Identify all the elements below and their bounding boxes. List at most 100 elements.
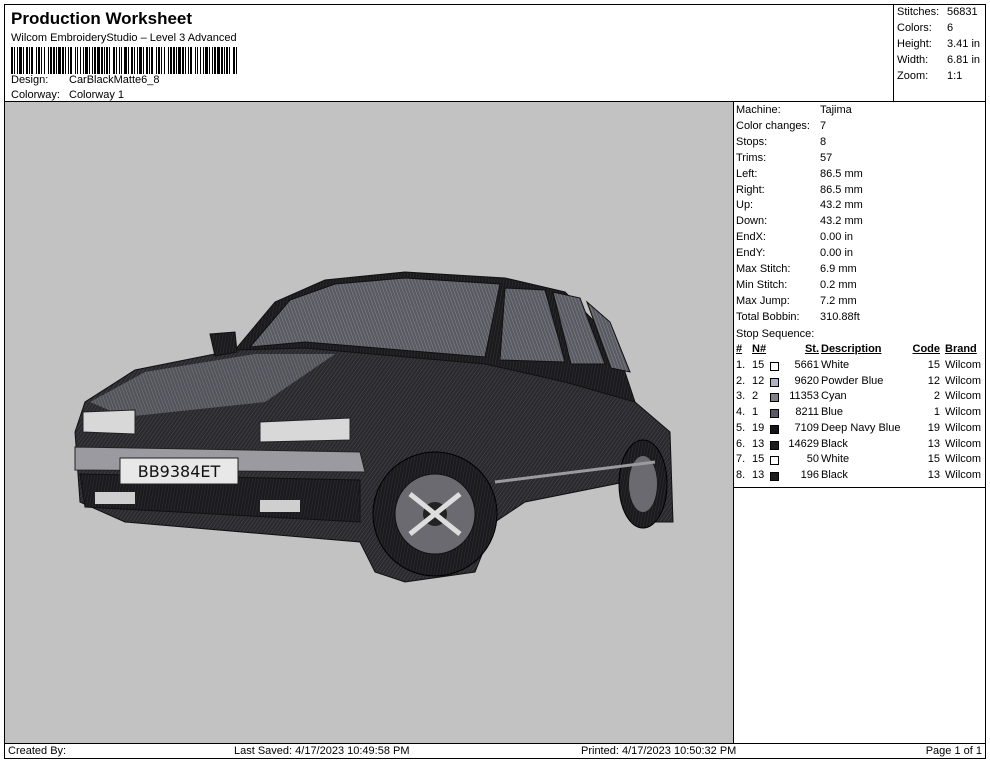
stop-row-code: 2 [933,390,940,403]
machine-info-label: Trims: [736,151,767,164]
stop-row-n: 13 [752,437,765,450]
color-swatch [770,409,779,419]
stop-row-num: 4. [736,406,746,419]
machine-info-row: Left: 86.5 mm [736,168,863,183]
stat-colors: Colors: 6 [897,22,954,34]
worksheet-footer: Created By: Last Saved: 4/17/2023 10:49:… [4,743,986,759]
colorway-label: Colorway: [11,89,60,101]
color-swatch [770,393,779,403]
stop-row-brand: Wilcom [945,390,982,403]
stats-box: Stitches: 56831 Colors: 6 Height: 3.41 in W… [894,4,986,102]
stop-row-num: 8. [736,468,746,481]
machine-info-row: Trims: 57 [736,152,832,167]
machine-info-value: 86.5 mm [820,167,863,180]
color-swatch [770,456,779,466]
color-swatch [770,471,779,481]
machine-info-value: 6.9 mm [820,263,857,275]
stop-row-code: 13 [927,468,940,481]
machine-info-label: Min Stitch: [736,278,788,291]
stat-height: Height: 3.41 in [897,38,981,50]
machine-info-value: 0.00 in [820,231,854,244]
stop-row-brand: Wilcom [945,468,982,481]
license-plate-text: BB9384ET [138,462,221,481]
stop-row-desc: Blue [821,406,844,419]
color-swatch [770,362,779,371]
colorway-row: Colorway: Colorway 1 [11,89,124,101]
machine-info-row: Stops: 8 [736,136,826,151]
stop-row-desc: Deep Navy Blue [821,421,901,434]
stop-row-n: 15 [752,359,765,371]
stop-row-desc: Cyan [821,390,847,403]
machine-info-label: Right: [736,183,765,196]
color-swatch [770,424,779,434]
machine-info-label: Color changes: [736,119,810,132]
machine-info-label: EndX: [736,231,766,244]
stop-row-desc: White [821,453,850,466]
machine-info-value: 8 [820,135,827,148]
worksheet-header: Production Worksheet Wilcom EmbroiderySt… [4,4,894,102]
machine-info-row: Down: 43.2 mm [736,215,863,230]
machine-info-value: 7.2 mm [820,294,857,307]
machine-info-row: Total Bobbin: 310.88ft [736,311,860,326]
stop-row-desc: Powder Blue [821,374,884,387]
column-header-code: Code [912,343,941,355]
info-divider [734,487,986,488]
machine-info-row: Right: 86.5 mm [736,184,863,199]
last-saved: Last Saved: 4/17/2023 10:49:58 PM [234,745,410,757]
car-embroidery-image: BB9384ET [74,271,674,583]
page-number: Page 1 of 1 [925,745,982,757]
machine-info-row: Max Jump: 7.2 mm [736,295,857,310]
stop-row-st: 14629 [788,437,819,450]
machine-info-label: Total Bobbin: [736,310,800,323]
machine-info-value: 43.2 mm [820,215,863,228]
stop-row-st: 11353 [789,390,819,403]
stop-row-num: 7. [736,453,746,466]
stop-row-st: 5661 [794,359,819,371]
machine-info-value: 0.00 in [820,247,854,260]
stop-row-num: 3. [736,390,746,403]
machine-info-value: 57 [820,151,833,164]
stop-sequence-title: Stop Sequence: [736,328,815,340]
machine-info-value: Tajima [820,104,852,116]
software-name: Wilcom EmbroideryStudio – Level 3 Advanc… [11,32,237,44]
column-header-num: # [736,343,743,355]
machine-info-value: 0.2 mm [820,278,857,291]
stop-row-num: 6. [736,437,746,450]
design-value: CarBlackMatte6_8 [69,74,160,86]
machine-info-label: EndY: [736,247,766,260]
stat-zoom: Zoom: 1:1 [897,70,963,82]
design-label: Design: [11,74,49,86]
machine-info-row: EndX: 0.00 in [736,231,853,246]
stop-row-st: 50 [806,453,819,466]
stop-row-desc: Black [821,437,848,450]
stop-row-n: 2 [752,390,759,403]
info-panel: Machine: Tajima Color changes: 7 Stops: 8 Trim… [733,102,986,743]
stop-row-desc: Black [821,468,848,481]
stop-row-brand: Wilcom [945,374,982,387]
color-swatch [770,440,779,450]
machine-info-value: 86.5 mm [820,183,863,196]
machine-info-value: 310.88ft [820,310,860,323]
design-row: Design: CarBlackMatte6_8 [11,74,160,86]
barcode [11,47,237,74]
column-header-st: St. [804,343,819,355]
stop-row-code: 13 [927,437,940,450]
stop-row-brand: Wilcom [945,359,982,371]
colorway-value: Colorway 1 [69,89,125,101]
stop-row-code: 12 [927,374,940,387]
machine-info-value: 7 [820,119,827,132]
stop-row-st: 7109 [794,421,819,434]
stop-row-n: 12 [752,374,765,387]
created-by: Created By: [8,745,67,757]
stop-row-st: 9620 [794,374,819,387]
machine-info-row: EndY: 0.00 in [736,247,853,262]
stop-row-code: 19 [927,421,940,434]
column-header-desc: Description [821,343,882,355]
stop-row-n: 15 [752,453,765,466]
machine-info-row: Color changes: 7 [736,120,826,135]
stop-row-brand: Wilcom [945,453,982,466]
design-preview: BB9384ET [4,102,733,743]
stop-row-brand: Wilcom [945,437,982,450]
stop-row-num: 1. [736,359,746,371]
stat-width: Width: 6.81 in [897,54,981,66]
